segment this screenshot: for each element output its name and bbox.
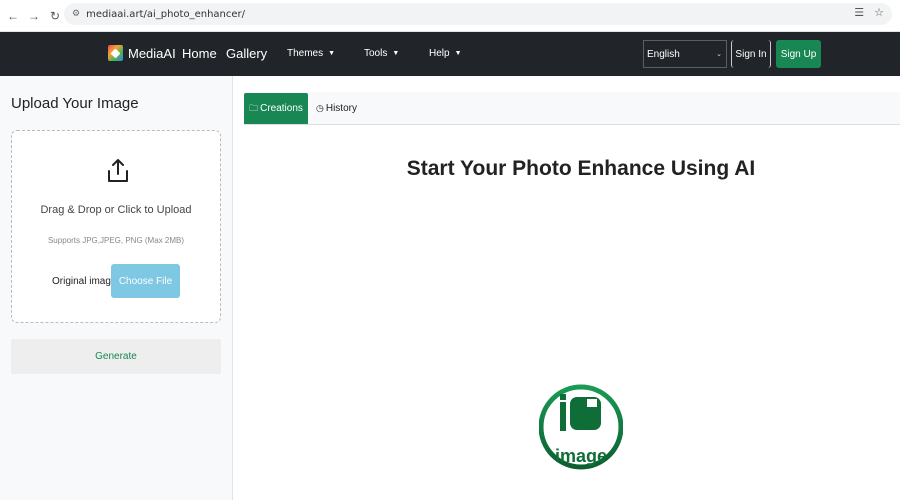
- forward-arrow-icon[interactable]: →: [25, 7, 43, 25]
- supported-formats-note: Supports JPG,JPEG, PNG (Max 2MB): [47, 236, 185, 245]
- nav-gallery-link[interactable]: Gallery: [226, 46, 267, 61]
- brand-link[interactable]: MediaAI: [108, 45, 176, 61]
- themes-label: Themes: [287, 48, 324, 59]
- reload-icon[interactable]: ↻: [46, 7, 64, 25]
- tab-creations-label: Creations: [260, 103, 303, 114]
- url-text: mediaai.art/ai_photo_enhancer/: [86, 8, 246, 20]
- browser-toolbar: ← → ↻ ⚙ mediaai.art/ai_photo_enhancer/ ☰…: [0, 0, 900, 32]
- back-arrow-icon[interactable]: ←: [4, 7, 22, 25]
- help-label: Help: [429, 48, 450, 59]
- nav-themes-dropdown[interactable]: Themes ▼: [287, 48, 335, 59]
- nav-help-dropdown[interactable]: Help ▼: [429, 48, 462, 59]
- page-heading: Start Your Photo Enhance Using AI: [406, 157, 756, 180]
- language-value: English: [647, 48, 680, 60]
- image-placeholder-icon: image: [539, 384, 623, 470]
- generate-button[interactable]: Generate: [11, 339, 221, 374]
- tools-label: Tools: [364, 48, 388, 59]
- caret-down-icon: ▼: [328, 50, 336, 57]
- emblem-text: image: [555, 446, 607, 466]
- clock-icon: ◷: [316, 103, 324, 113]
- choose-file-button[interactable]: Choose File: [111, 264, 180, 298]
- folder-icon: 🗀: [249, 102, 259, 113]
- brand-name: MediaAI: [128, 45, 176, 61]
- caret-down-icon: ▼: [392, 50, 400, 57]
- result-tabs: 🗀 Creations ◷ History: [244, 92, 900, 125]
- dropzone-instruction: Drag & Drop or Click to Upload: [40, 204, 192, 216]
- chevron-down-icon: ⌄: [716, 51, 722, 58]
- upload-title: Upload Your Image: [11, 95, 139, 112]
- translate-icon[interactable]: ☰: [854, 6, 864, 19]
- sign-in-button[interactable]: Sign In: [731, 40, 771, 68]
- sign-up-button[interactable]: Sign Up: [776, 40, 821, 68]
- tab-history[interactable]: ◷ History: [316, 93, 357, 124]
- address-bar[interactable]: ⚙ mediaai.art/ai_photo_enhancer/ ☰ ☆: [64, 3, 892, 25]
- nav-home-link[interactable]: Home: [182, 46, 217, 61]
- nav-tools-dropdown[interactable]: Tools ▼: [364, 48, 399, 59]
- tab-history-label: History: [325, 103, 357, 114]
- upload-dropzone[interactable]: Drag & Drop or Click to Upload Supports …: [11, 130, 221, 323]
- mediaai-logo-icon: [108, 45, 123, 61]
- upload-panel: Upload Your Image Drag & Drop or Click t…: [0, 76, 233, 500]
- caret-down-icon: ▼: [454, 50, 462, 57]
- language-select[interactable]: English ⌄: [643, 40, 727, 68]
- site-settings-icon[interactable]: ⚙: [72, 9, 80, 19]
- bookmark-star-icon[interactable]: ☆: [874, 6, 884, 19]
- original-image-label: Original image: [52, 276, 117, 287]
- tab-creations[interactable]: 🗀 Creations: [244, 93, 308, 124]
- upload-icon: [108, 159, 128, 182]
